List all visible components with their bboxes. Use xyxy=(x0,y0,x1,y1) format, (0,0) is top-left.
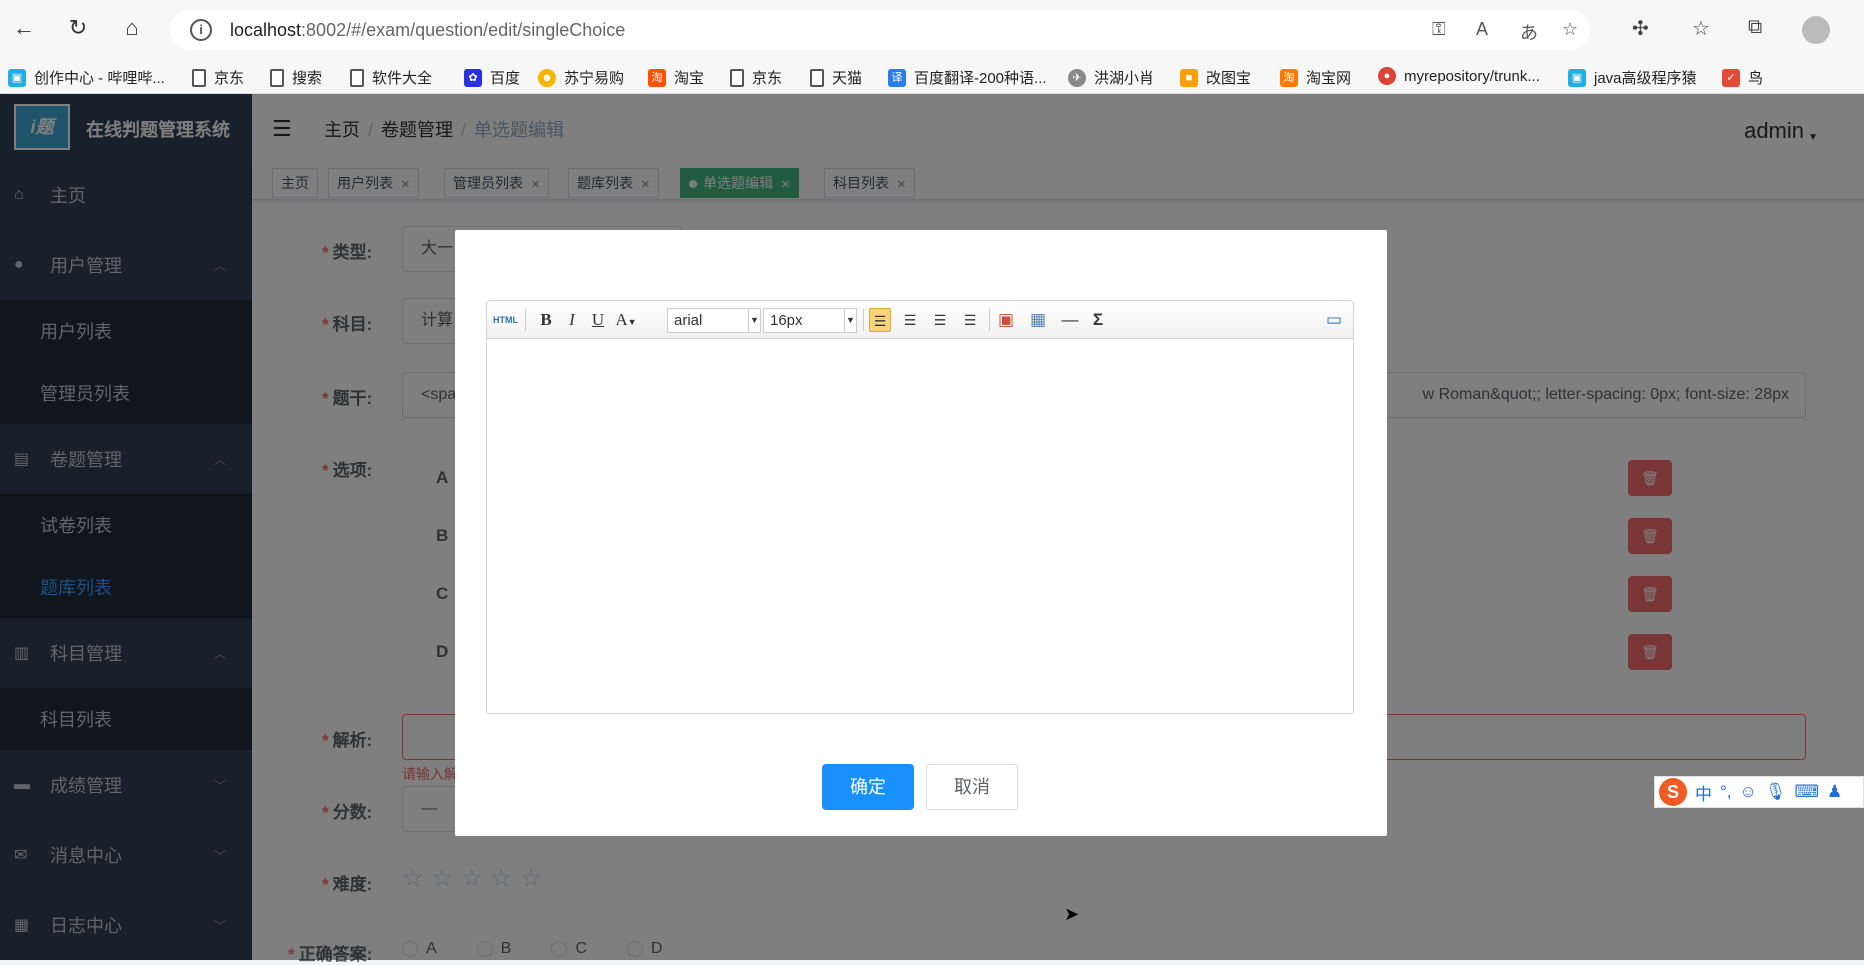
url-text[interactable]: localhost:8002/#/exam/question/edit/sing… xyxy=(230,20,625,41)
font-size-select[interactable]: 16px ▼ xyxy=(763,308,857,333)
bookmark-jd[interactable]: 京东 xyxy=(192,67,244,88)
page-icon xyxy=(270,68,284,87)
browser-toolbar: ← ↻ ⌂ i localhost:8002/#/exam/question/e… xyxy=(0,0,1864,60)
html-source-icon[interactable]: HTML xyxy=(493,308,518,332)
underline-icon[interactable]: U xyxy=(587,308,609,332)
align-left-icon[interactable]: ☰ xyxy=(869,308,891,332)
align-right-icon[interactable]: ☰ xyxy=(929,308,951,332)
bookmark-bird[interactable]: ✓ 鸟 xyxy=(1722,67,1763,88)
horizontal-rule-icon[interactable]: — xyxy=(1059,308,1081,332)
bookmark-jd-2[interactable]: 京东 xyxy=(730,67,782,88)
rich-text-editor: HTML B I U A▼ arial ▼ 16px ▼ ☰ ☰ ☰ ☰ ▣ ▦ —… xyxy=(486,300,1354,714)
taobao-icon: 淘 xyxy=(1280,68,1298,87)
formula-icon[interactable]: Σ xyxy=(1087,308,1109,332)
bookmark-baidu[interactable]: ✿ 百度 xyxy=(464,67,520,88)
back-icon[interactable]: ← xyxy=(10,14,38,42)
bookmark-taobao-net[interactable]: 淘淘宝网 xyxy=(1280,67,1351,88)
confirm-button[interactable]: 确定 xyxy=(822,764,914,810)
gaitubao-icon: ■ xyxy=(1180,68,1198,87)
editor-toolbar: HTML B I U A▼ arial ▼ 16px ▼ ☰ ☰ ☰ ☰ ▣ ▦ —… xyxy=(487,301,1353,339)
fullscreen-icon[interactable]: ▭ xyxy=(1323,308,1345,332)
bilibili-icon: ▣ xyxy=(1568,68,1586,87)
suning-lion-icon: ☻ xyxy=(538,68,556,87)
ime-punctuation-toggle[interactable]: °, xyxy=(1720,782,1732,802)
chevron-down-icon: ▼ xyxy=(748,309,760,332)
baidu-paw-icon: ✿ xyxy=(464,68,482,87)
rich-text-editor-dialog: HTML B I U A▼ arial ▼ 16px ▼ ☰ ☰ ☰ ☰ ▣ ▦ —… xyxy=(455,230,1387,836)
read-aloud-icon[interactable]: A xyxy=(1476,19,1488,40)
key-icon[interactable]: ⚿ xyxy=(1432,19,1446,40)
ime-mode-toggle[interactable]: 中 xyxy=(1695,780,1712,805)
bookmark-software[interactable]: 软件大全 xyxy=(350,67,432,88)
page-icon xyxy=(350,68,364,87)
home-icon[interactable]: ⌂ xyxy=(118,14,146,42)
page-icon xyxy=(810,68,824,87)
table-icon[interactable]: ▦ xyxy=(1027,308,1049,332)
align-center-icon[interactable]: ☰ xyxy=(899,308,921,332)
bookmark-honghu[interactable]: ✈ 洪湖小肖 xyxy=(1068,67,1154,88)
ime-toolbar: S 中 °, ☺ 🎙 ⌨ ♟ xyxy=(1654,776,1864,808)
bookmark-gaitubao[interactable]: ■ 改图宝 xyxy=(1180,67,1251,88)
translate-icon: 译 xyxy=(888,68,906,87)
chrome-icon: ● xyxy=(1378,67,1396,85)
bilibili-icon: ▣ xyxy=(8,68,26,87)
page-icon xyxy=(192,68,206,87)
page-icon xyxy=(730,68,744,87)
extensions-icon[interactable]: ✣ xyxy=(1632,16,1649,41)
sogou-ime-icon[interactable]: S xyxy=(1659,778,1687,806)
bookmark-search[interactable]: 搜索 xyxy=(270,67,322,88)
font-family-select[interactable]: arial ▼ xyxy=(667,308,761,333)
skin-icon[interactable]: ♟ xyxy=(1827,782,1842,802)
site-info-icon[interactable]: i xyxy=(190,19,212,41)
italic-icon[interactable]: I xyxy=(561,308,583,332)
microphone-icon[interactable]: 🎙 xyxy=(1765,782,1787,802)
cancel-button[interactable]: 取消 xyxy=(926,764,1018,810)
font-color-icon[interactable]: A▼ xyxy=(615,308,637,332)
bookmark-suning[interactable]: ☻ 苏宁易购 xyxy=(538,67,624,88)
bird-icon: ✈ xyxy=(1068,68,1086,87)
align-justify-icon[interactable]: ☰ xyxy=(959,308,981,332)
keyboard-icon[interactable]: ⌨ xyxy=(1794,782,1819,802)
bold-icon[interactable]: B xyxy=(535,308,557,332)
favorite-add-icon[interactable]: ☆ xyxy=(1562,19,1578,40)
collections-icon[interactable]: ⧉ xyxy=(1748,16,1762,39)
emoji-icon[interactable]: ☺ xyxy=(1740,782,1757,802)
chevron-down-icon: ▼ xyxy=(844,309,856,332)
editor-content-area[interactable] xyxy=(487,339,1353,713)
bird-icon: ✓ xyxy=(1722,68,1740,87)
bookmark-tmall[interactable]: 天猫 xyxy=(810,67,862,88)
bookmark-taobao[interactable]: 淘淘宝 xyxy=(648,67,704,88)
taobao-icon: 淘 xyxy=(648,68,666,87)
refresh-icon[interactable]: ↻ xyxy=(64,14,92,42)
favorites-icon[interactable]: ☆ xyxy=(1692,16,1710,41)
image-icon[interactable]: ▣ xyxy=(995,308,1017,332)
bookmark-baidu-translate[interactable]: 译百度翻译-200种语... xyxy=(888,67,1047,88)
mouse-cursor-icon: ➤ xyxy=(1064,904,1080,924)
bookmark-java[interactable]: ▣ java高级程序猿 xyxy=(1568,67,1697,88)
profile-avatar[interactable] xyxy=(1802,16,1830,44)
address-bar[interactable]: i localhost:8002/#/exam/question/edit/si… xyxy=(170,10,1590,50)
bookmarks-bar: ▣ 创作中心 - 哔哩哔... 京东 搜索 软件大全 ✿ 百度 ☻ 苏宁易购 淘淘宝 … xyxy=(0,60,1864,94)
translate-icon[interactable]: あ xyxy=(1520,19,1538,45)
bookmark-myrepository[interactable]: ● myrepository/trunk... xyxy=(1378,67,1540,85)
bookmark-bilibili[interactable]: ▣ 创作中心 - 哔哩哔... xyxy=(8,67,165,88)
